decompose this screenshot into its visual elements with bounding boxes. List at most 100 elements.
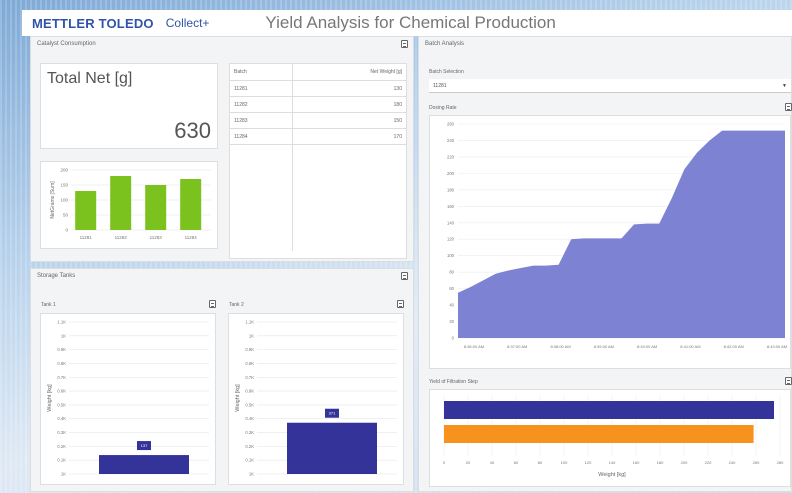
y-tick-label: 0.1K: [245, 458, 254, 463]
cell-batch: 11284: [230, 128, 293, 145]
yield-bar-chart: 0 20 40 60 80 100 120 140 160 180 200 220 240 260 280 W…: [443, 396, 784, 478]
y-tick-label: 0.4K: [245, 416, 254, 421]
y-tick-label: 160: [447, 204, 455, 209]
data-label: 371: [329, 411, 336, 416]
x-tick-label: 8:39:00 AM: [594, 344, 614, 349]
bar: [444, 425, 754, 443]
tank1-chart-card: 1K 0.1K 0.2K 0.3K 0.4K 0.5K 0.6K 0.7K 0.8K 0.9K 1K…: [40, 313, 216, 485]
column-header-batch[interactable]: Batch: [230, 64, 293, 81]
table-row[interactable]: 11281 130: [230, 80, 406, 97]
chevron-down-icon: ▼: [782, 83, 787, 89]
x-tick-label: 140: [609, 460, 616, 465]
batch-selection-dropdown[interactable]: 11281 ▼: [429, 79, 791, 93]
brand-logo: METTLER TOLEDO: [32, 15, 154, 31]
x-tick-label: 20: [466, 460, 471, 465]
y-tick-label: 1K: [61, 472, 66, 477]
y-tick-label: 0.5K: [245, 402, 254, 407]
y-tick-label: 0.2K: [245, 444, 254, 449]
product-name: Collect+: [165, 16, 210, 30]
y-tick-label: 1.1K: [245, 320, 254, 325]
y-tick-label: 0.7K: [57, 375, 66, 380]
y-tick-label: 1K: [249, 333, 254, 338]
y-tick-label: 200: [60, 168, 68, 173]
column-header-net-weight[interactable]: Net Weight [g]: [292, 64, 406, 81]
bar: [145, 185, 167, 230]
yield-title: Yield of Filtration Step: [429, 379, 478, 385]
dosing-chart-card: 0 20 40 60 80 100 120 140 160 180 200 220 240 260 8:36…: [429, 115, 791, 369]
export-icon[interactable]: [785, 103, 792, 111]
export-icon[interactable]: [209, 300, 216, 308]
export-icon[interactable]: [785, 377, 792, 385]
storage-panel: Storage Tanks Tank 1 Tank 2 1K 0.1K 0.2K 0.…: [30, 268, 414, 492]
kpi-card: Total Net [g] 630: [40, 63, 218, 149]
cell-batch: 11283: [230, 112, 293, 129]
y-tick-label: 0.3K: [245, 430, 254, 435]
cell-weight: 180: [292, 96, 406, 113]
cell-weight: 130: [292, 80, 406, 97]
kpi-value: 630: [174, 118, 211, 143]
bar: [99, 455, 189, 474]
batch-analysis-panel: Batch Analysis Batch Selection 11281 ▼ D…: [418, 36, 792, 492]
table-row-empty: [230, 144, 406, 251]
x-tick-label: 8:38:00 AM: [550, 344, 570, 349]
x-tick-label: 11282: [115, 235, 128, 240]
export-icon[interactable]: [401, 272, 408, 280]
x-tick-label: 80: [538, 460, 543, 465]
x-axis-label: Weight [kg]: [598, 472, 626, 478]
y-tick-label: 220: [447, 154, 455, 159]
y-axis-label: NetGrams [Sum]: [50, 181, 56, 219]
x-tick-label: 8:43:00 AM: [767, 344, 787, 349]
cell-batch: 11281: [230, 80, 293, 97]
tank2-bar-chart: 1K 0.1K 0.2K 0.3K 0.4K 0.5K 0.6K 0.7K 0.8K 0.9K 1K…: [235, 320, 397, 477]
y-tick-label: 260: [447, 122, 455, 127]
y-tick-label: 240: [447, 138, 455, 143]
x-tick-label: 180: [657, 460, 664, 465]
catalyst-panel-title: Catalyst Consumption: [37, 41, 96, 47]
y-tick-label: 0: [65, 228, 68, 233]
y-axis-label: Weight [kg]: [47, 384, 53, 412]
bar: [75, 191, 97, 230]
y-tick-label: 1K: [61, 333, 66, 338]
cell-weight: 170: [292, 128, 406, 145]
bar: [444, 401, 774, 419]
y-tick-label: 100: [447, 253, 455, 258]
batch-selection-label: Batch Selection: [429, 69, 464, 75]
export-icon[interactable]: [397, 300, 404, 308]
batch-analysis-title: Batch Analysis: [425, 41, 465, 47]
table-row[interactable]: 11282 180: [230, 96, 406, 113]
x-tick-label: 8:36:00 AM: [464, 344, 484, 349]
x-tick-label: 8:41:00 AM: [680, 344, 700, 349]
x-tick-label: 11281: [80, 235, 93, 240]
batch-table: Batch Net Weight [g] 11281 130 11282 180…: [230, 64, 406, 251]
export-icon[interactable]: [401, 40, 408, 48]
x-tick-label: 100: [561, 460, 568, 465]
y-tick-label: 0.4K: [57, 416, 66, 421]
tank2-label: Tank 2: [229, 302, 244, 308]
table-row[interactable]: 11283 150: [230, 112, 406, 129]
y-tick-label: 200: [447, 171, 455, 176]
tank1-bar-chart: 1K 0.1K 0.2K 0.3K 0.4K 0.5K 0.6K 0.7K 0.8K 0.9K 1K…: [47, 320, 209, 477]
y-tick-label: 0.7K: [245, 375, 254, 380]
y-tick-label: 20: [449, 319, 454, 324]
table-row[interactable]: 11284 170: [230, 128, 406, 145]
y-tick-label: 0.8K: [57, 361, 66, 366]
bar: [287, 422, 377, 474]
bar: [180, 179, 202, 230]
tank2-chart-card: 1K 0.1K 0.2K 0.3K 0.4K 0.5K 0.6K 0.7K 0.8K 0.9K 1K…: [228, 313, 404, 485]
x-tick-label: 60: [514, 460, 519, 465]
x-tick-label: 40: [490, 460, 495, 465]
y-tick-label: 0.1K: [57, 458, 66, 463]
y-tick-label: 40: [449, 303, 454, 308]
dosing-area-chart: 0 20 40 60 80 100 120 140 160 180 200 220 240 260 8:36…: [447, 122, 787, 350]
x-tick-label: 8:37:00 AM: [507, 344, 527, 349]
page-title: Yield Analysis for Chemical Production: [265, 13, 556, 32]
bar: [110, 176, 132, 230]
y-tick-label: 150: [60, 183, 68, 188]
batch-table-card: Batch Net Weight [g] 11281 130 11282 180…: [229, 63, 407, 259]
area-series: [458, 130, 785, 338]
app-header: METTLER TOLEDO Collect+ Yield Analysis f…: [22, 10, 792, 36]
kpi-label: Total Net [g]: [47, 70, 133, 87]
dosing-rate-title: Dosing Rate: [429, 105, 457, 111]
y-tick-label: 60: [449, 286, 454, 291]
catalyst-panel: Catalyst Consumption Total Net [g] 630 0…: [30, 36, 414, 262]
